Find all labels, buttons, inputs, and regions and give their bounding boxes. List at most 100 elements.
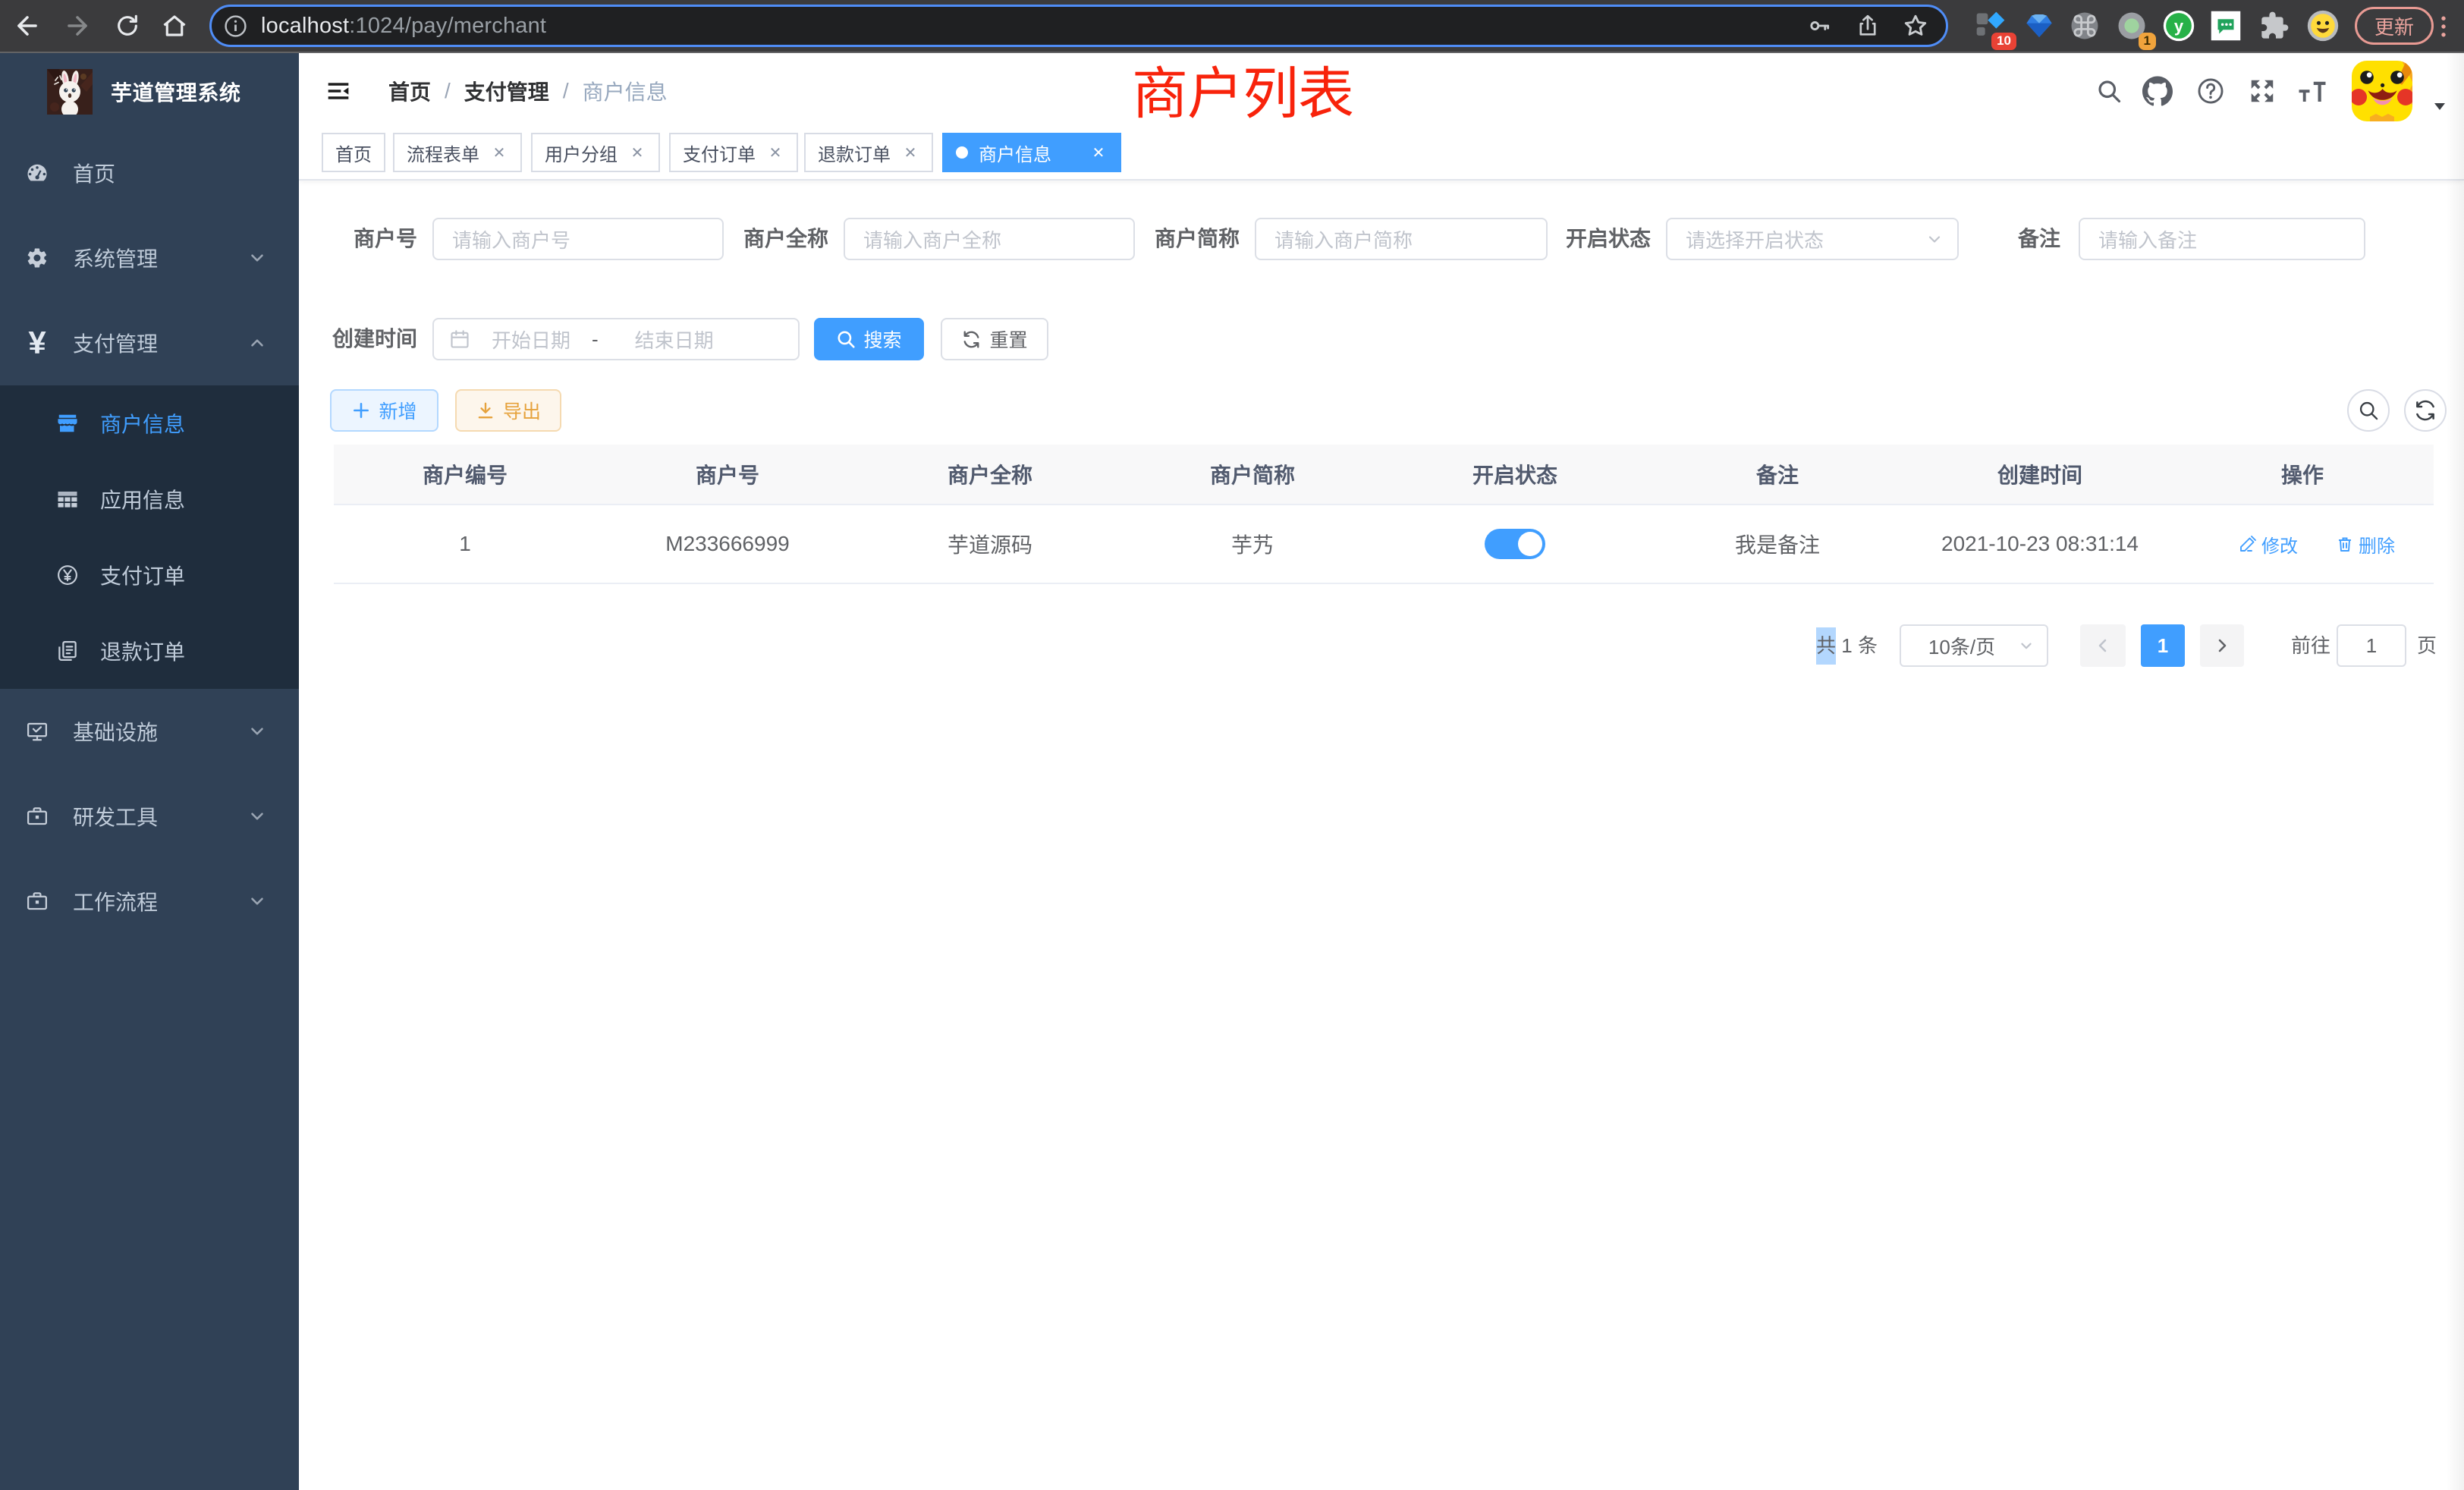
merchant-table: 商户编号 商户号 商户全称 商户简称 开启状态 备注 创建时间 操作 1 M23… <box>334 445 2434 584</box>
yen-circle-icon <box>56 564 79 586</box>
sidebar-logo[interactable]: 芋道管理系统 <box>0 53 299 130</box>
refresh-icon <box>961 329 982 350</box>
chevron-down-icon <box>247 806 267 826</box>
browser-home-button[interactable] <box>153 5 196 47</box>
add-button[interactable]: 新增 <box>330 389 438 432</box>
svg-text:y: y <box>2174 17 2184 36</box>
jump-page-input[interactable]: 1 <box>2337 624 2406 667</box>
browser-update-button[interactable]: 更新 <box>2355 7 2434 45</box>
date-start-placeholder: 开始日期 <box>470 325 592 354</box>
extension-y-icon[interactable]: y <box>2159 6 2198 46</box>
page-1-button[interactable]: 1 <box>2141 624 2185 667</box>
next-page-button[interactable] <box>2200 624 2244 667</box>
sidebar-item-payment[interactable]: ¥ 支付管理 <box>0 300 299 385</box>
status-select[interactable]: 请选择开启状态 <box>1666 218 1959 260</box>
edit-link[interactable]: 修改 <box>2239 531 2298 558</box>
show-search-button[interactable] <box>2347 389 2390 432</box>
active-dot <box>956 146 968 159</box>
font-size-icon <box>2296 75 2328 107</box>
browser-back-button[interactable] <box>6 5 49 47</box>
address-bar[interactable]: localhost:1024/pay/merchant <box>209 5 1948 47</box>
bookmark-star-icon[interactable] <box>1902 12 1929 39</box>
extension-command-icon[interactable] <box>2065 6 2104 46</box>
delete-link[interactable]: 删除 <box>2336 531 2395 558</box>
sidebar-item-payment-order[interactable]: 支付订单 <box>0 537 299 613</box>
sidebar-item-dev-tools[interactable]: 研发工具 <box>0 774 299 859</box>
user-avatar[interactable] <box>2352 61 2412 121</box>
date-range-input[interactable]: 开始日期 - 结束日期 <box>432 318 800 360</box>
fullscreen-icon <box>2248 77 2277 105</box>
refresh-table-button[interactable] <box>2404 389 2447 432</box>
chevron-down-icon <box>247 248 267 268</box>
browser-menu-button[interactable] <box>2429 12 2458 41</box>
cell-remark: 我是备注 <box>1646 505 1909 583</box>
tag-home[interactable]: 首页 <box>322 133 385 172</box>
cell-actions: 修改 删除 <box>2171 505 2434 583</box>
extension-emoji-icon[interactable] <box>2303 6 2343 46</box>
extension-chat-icon[interactable] <box>2206 6 2246 46</box>
browser-forward-button[interactable] <box>56 5 99 47</box>
sidebar-item-infrastructure[interactable]: 基础设施 <box>0 689 299 774</box>
share-icon[interactable] <box>1855 13 1881 39</box>
sidebar-item-home[interactable]: 首页 <box>0 130 299 215</box>
sidebar-item-merchant-info[interactable]: 商户信息 <box>0 385 299 461</box>
toolbox-icon <box>26 805 49 828</box>
full-name-input[interactable]: 请输入商户全称 <box>844 218 1135 260</box>
back-icon <box>13 11 42 40</box>
remark-input[interactable]: 请输入备注 <box>2079 218 2365 260</box>
tag-user-group[interactable]: 用户分组✕ <box>531 133 660 172</box>
help-button[interactable] <box>2191 53 2230 129</box>
extension-tampermonkey-icon[interactable]: 10 <box>1971 6 2010 46</box>
status-toggle[interactable] <box>1485 529 1545 559</box>
close-icon[interactable]: ✕ <box>901 143 919 162</box>
calendar-icon <box>449 328 470 350</box>
search-button[interactable]: 搜索 <box>814 318 924 360</box>
grid-icon <box>56 488 79 511</box>
font-size-button[interactable] <box>2291 53 2334 129</box>
header-search-button[interactable] <box>2091 53 2127 129</box>
search-icon <box>836 329 856 349</box>
prev-page-button[interactable] <box>2080 624 2126 667</box>
tag-merchant-info[interactable]: 商户信息✕ <box>942 133 1121 172</box>
avatar-caret-icon[interactable] <box>2431 97 2449 115</box>
reload-icon <box>115 13 140 39</box>
breadcrumb-home[interactable]: 首页 <box>388 76 431 106</box>
browser-reload-button[interactable] <box>106 5 149 47</box>
export-button[interactable]: 导出 <box>455 389 561 432</box>
reset-button[interactable]: 重置 <box>941 318 1048 360</box>
trash-icon <box>2336 535 2354 553</box>
short-name-label: 商户简称 <box>1120 218 1240 260</box>
extension-gem-icon[interactable] <box>2019 6 2059 46</box>
github-button[interactable] <box>2138 53 2177 129</box>
cell-short-name: 芋艿 <box>1121 505 1384 583</box>
close-icon[interactable]: ✕ <box>1089 143 1108 162</box>
site-info-icon <box>224 14 247 38</box>
extension-recorder-icon[interactable]: 1 <box>2112 6 2151 46</box>
close-icon[interactable]: ✕ <box>628 143 646 162</box>
tag-process-form[interactable]: 流程表单✕ <box>393 133 522 172</box>
table-header-row: 商户编号 商户号 商户全称 商户简称 开启状态 备注 创建时间 操作 <box>334 445 2434 505</box>
chevron-left-icon <box>2094 637 2112 655</box>
close-icon[interactable]: ✕ <box>766 143 784 162</box>
password-key-icon[interactable] <box>1806 13 1832 39</box>
close-icon[interactable]: ✕ <box>490 143 508 162</box>
sidebar-item-workflow[interactable]: 工作流程 <box>0 859 299 944</box>
pagination-page-label: 页 <box>2417 624 2437 667</box>
chevron-right-icon <box>2213 637 2231 655</box>
fullscreen-button[interactable] <box>2242 53 2282 129</box>
cell-merchant-id: 1 <box>334 505 596 583</box>
sidebar-item-app-info[interactable]: 应用信息 <box>0 461 299 537</box>
tag-refund-order[interactable]: 退款订单✕ <box>804 133 933 172</box>
cell-merchant-no: M233666999 <box>596 505 859 583</box>
sidebar-item-refund-order[interactable]: 退款订单 <box>0 613 299 689</box>
breadcrumb-payment[interactable]: 支付管理 <box>464 76 549 106</box>
sidebar-item-system[interactable]: 系统管理 <box>0 215 299 300</box>
merchant-no-input[interactable]: 请输入商户号 <box>432 218 724 260</box>
extension-badge: 10 <box>1991 33 2016 50</box>
short-name-input[interactable]: 请输入商户简称 <box>1255 218 1548 260</box>
pagination-total: 共 1 条 <box>1816 624 1878 667</box>
tag-payment-order[interactable]: 支付订单✕ <box>669 133 798 172</box>
sidebar-toggle-button[interactable] <box>326 79 350 103</box>
page-size-select[interactable]: 10条/页 <box>1900 624 2048 667</box>
extensions-puzzle-icon[interactable] <box>2255 6 2294 46</box>
